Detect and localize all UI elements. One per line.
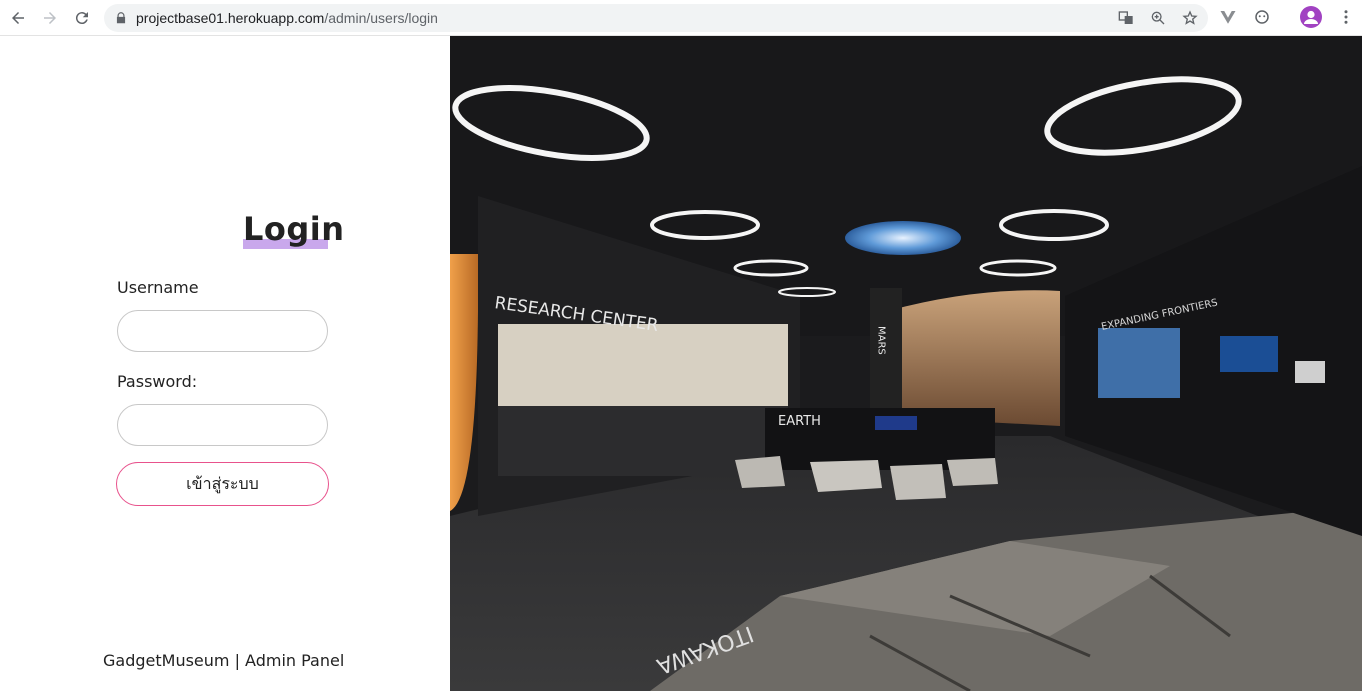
translate-icon[interactable] [1116,8,1136,28]
reload-button[interactable] [66,2,98,34]
sign-mars: MARS [876,326,887,355]
browser-toolbar: projectbase01.herokuapp.com/admin/users/… [0,0,1362,36]
login-button[interactable]: เข้าสู่ระบบ [116,462,329,506]
extension-icon[interactable] [1252,7,1272,27]
lock-icon [116,12,126,24]
forward-icon [44,11,56,24]
username-label: Username [117,278,199,297]
page-title: Login [243,210,345,248]
zoom-icon[interactable] [1148,8,1168,28]
footer-text: GadgetMuseum | Admin Panel [103,651,345,670]
login-panel: Login Username Password: เข้าสู่ระบบ Gad… [0,36,450,691]
password-label: Password: [117,372,198,391]
museum-hero-image: RESEARCH CENTER MARS EARTH EXPANDING FRO… [450,36,1362,691]
museum-illustration: RESEARCH CENTER MARS EARTH EXPANDING FRO… [450,36,1362,691]
profile-avatar[interactable] [1300,6,1322,28]
back-icon [12,11,24,24]
url-text: projectbase01.herokuapp.com/admin/users/… [136,10,438,26]
username-field[interactable] [117,310,328,352]
url-host: projectbase01.herokuapp.com [136,10,325,26]
sign-earth: EARTH [778,414,821,429]
star-icon[interactable] [1180,8,1200,28]
password-field[interactable] [117,404,328,446]
address-bar[interactable]: projectbase01.herokuapp.com/admin/users/… [104,4,1208,32]
back-button[interactable] [2,2,34,34]
vuejs-devtools-icon[interactable] [1218,7,1238,27]
reload-icon [75,11,88,24]
forward-button[interactable] [34,2,66,34]
url-path: /admin/users/login [324,10,438,26]
menu-icon[interactable] [1336,7,1356,27]
